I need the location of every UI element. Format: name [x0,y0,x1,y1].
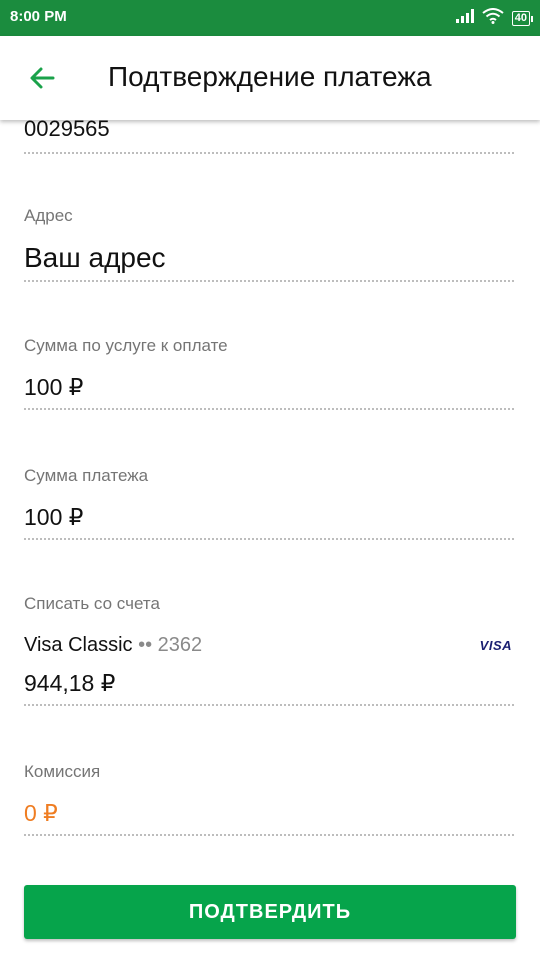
card-balance: 944,18 ₽ [24,670,116,696]
field-divider [24,408,514,410]
wifi-icon [482,7,504,29]
page-title: Подтверждение платежа [108,61,432,92]
field-divider [24,280,514,282]
status-time: 8:00 PM [10,8,67,25]
confirm-button[interactable]: ПОДТВЕРДИТЬ [24,885,516,939]
field-divider [24,538,514,540]
commission-value: 0 ₽ [24,800,58,826]
arrow-left-icon [29,66,55,95]
address-value: Ваш адрес [24,242,166,273]
account-value: 0029565 [24,120,110,141]
status-icons: 40 [455,7,534,29]
field-divider [24,152,514,154]
address-label: Адрес [24,206,73,225]
commission-label: Комиссия [24,762,101,781]
signal-icon [455,8,474,28]
visa-logo-icon: VISA [479,638,512,653]
service-amount-label: Сумма по услуге к оплате [24,336,228,355]
app-bar: Подтверждение платежа [0,36,540,120]
card-name: Visa Classic [24,634,133,656]
back-button[interactable] [20,58,64,102]
payment-details[interactable]: 0029565 Адрес Ваш адрес Сумма по услуге … [0,120,540,960]
debit-account-field[interactable]: Списать со счета Visa Classic •• 2362 VI… [24,594,514,714]
debit-account-label: Списать со счета [24,594,160,613]
card-selector[interactable]: Visa Classic •• 2362 [24,634,202,657]
field-divider [24,704,514,706]
service-amount-value: 100 ₽ [24,374,84,400]
status-bar: 8:00 PM 40 [0,0,540,36]
card-mask: •• 2362 [138,634,203,656]
payment-amount-label: Сумма платежа [24,466,149,485]
payment-amount-value: 100 ₽ [24,504,84,530]
field-divider [24,834,514,836]
battery-icon: 40 [511,10,534,26]
